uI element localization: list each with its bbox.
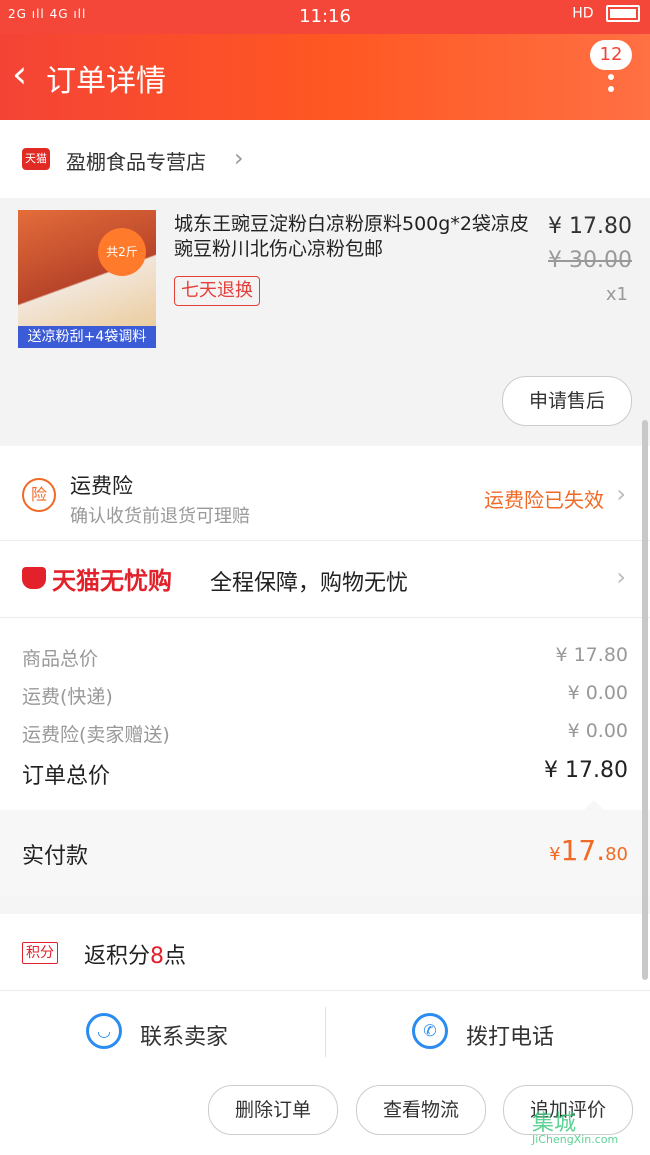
paid-amount-row: 实付款 ¥17.80 (0, 800, 650, 896)
paid-value-cents: 80 (605, 844, 628, 865)
seven-day-return-tag: 七天退换 (174, 276, 260, 306)
worry-free-description: 全程保障，购物无忧 (210, 571, 409, 596)
contact-bar: ◡ 联系卖家 ✆ 拨打电话 (0, 991, 650, 1064)
clock: 11:16 (299, 6, 351, 27)
call-phone-label: 拨打电话 (466, 1025, 555, 1050)
status-icons: HD (572, 5, 640, 22)
page-title: 订单详情 (46, 64, 166, 99)
worry-free-brand: 天猫无忧购 (52, 567, 172, 595)
points-row: 积分 返积分8点 (0, 914, 650, 991)
points-tag: 积分 (22, 942, 58, 964)
watermark-logo: 集城 JiChengXin.com (532, 1103, 644, 1151)
worry-free-row[interactable]: 天猫无忧购 全程保障，购物无忧 › (0, 541, 650, 618)
insurance-status: 运费险已失效 (484, 488, 604, 512)
view-logistics-button[interactable]: 查看物流 (356, 1085, 486, 1135)
caret-up-icon (584, 800, 604, 810)
message-count-badge[interactable]: 12 (590, 40, 632, 70)
product-thumbnail[interactable]: 共2斤 送凉粉刮+4袋调料 (18, 210, 156, 348)
shipping-insurance-row[interactable]: 险 运费险 确认收货前退货可理赔 运费险已失效 › (0, 446, 650, 541)
call-phone-button[interactable]: ✆ 拨打电话 (326, 991, 650, 1063)
summary-value: ¥ 0.00 (567, 720, 628, 742)
summary-value: ¥ 0.00 (567, 682, 628, 704)
summary-label: 运费险(卖家赠送) (22, 724, 170, 746)
chevron-right-icon: › (616, 480, 626, 508)
product-card[interactable]: 共2斤 送凉粉刮+4袋调料 城东王豌豆淀粉白凉粉原料500g*2袋凉皮豌豆粉川北… (0, 198, 650, 443)
paid-value: ¥17.80 (549, 834, 628, 867)
product-price: ¥ 17.80 (548, 214, 632, 239)
points-prefix: 返积分 (84, 944, 151, 969)
apply-after-sale-button[interactable]: 申请售后 (502, 376, 632, 426)
currency-symbol: ¥ (549, 844, 561, 865)
header: ‹ 订单详情 12 (0, 34, 650, 120)
chat-icon: ◡ (86, 1013, 122, 1049)
points-text: 返积分8点 (84, 938, 186, 970)
insurance-title: 运费险 (70, 474, 133, 498)
summary-label: 运费(快递) (22, 686, 113, 708)
insurance-subtitle: 确认收货前退货可理赔 (70, 506, 250, 527)
paid-label: 实付款 (22, 844, 89, 869)
chevron-right-icon: › (616, 563, 626, 591)
insurance-icon: 险 (22, 478, 56, 512)
price-summary: 商品总价 ¥ 17.80 运费(快递) ¥ 0.00 运费险(卖家赠送) ¥ 0… (0, 618, 650, 810)
status-bar: 2G ıll 4G ıll 11:16 HD (0, 0, 650, 34)
thumb-banner: 送凉粉刮+4袋调料 (18, 326, 156, 348)
thumb-pill: 共2斤 (98, 228, 146, 276)
battery-icon (606, 5, 640, 22)
paid-value-main: 17. (560, 834, 606, 867)
product-title[interactable]: 城东王豌豆淀粉白凉粉原料500g*2袋凉皮豌豆粉川北伤心凉粉包邮 (174, 212, 534, 262)
shop-row[interactable]: 天猫 盈棚食品专营店 › (0, 120, 650, 199)
contact-seller-label: 联系卖家 (140, 1025, 229, 1050)
watermark-line2: JiChengXin.com (532, 1133, 619, 1146)
scrollbar[interactable] (642, 420, 648, 980)
delete-order-button[interactable]: 删除订单 (208, 1085, 338, 1135)
product-quantity: x1 (605, 284, 628, 305)
points-number: 8 (150, 944, 165, 969)
product-original-price: ¥ 30.00 (548, 248, 632, 273)
summary-label: 商品总价 (22, 648, 99, 670)
tmall-icon: 天猫 (22, 148, 50, 170)
hd-indicator: HD (572, 5, 594, 22)
points-suffix: 点 (164, 944, 187, 969)
phone-icon: ✆ (412, 1013, 448, 1049)
chevron-right-icon: › (234, 144, 244, 172)
order-total-value: ¥ 17.80 (544, 758, 628, 783)
summary-value: ¥ 17.80 (555, 644, 628, 666)
contact-seller-button[interactable]: ◡ 联系卖家 (0, 991, 324, 1063)
more-icon[interactable] (608, 74, 614, 98)
shield-icon (22, 567, 46, 589)
shop-name: 盈棚食品专营店 (66, 150, 206, 174)
order-total-label: 订单总价 (22, 764, 111, 789)
back-icon[interactable]: ‹ (12, 54, 27, 94)
